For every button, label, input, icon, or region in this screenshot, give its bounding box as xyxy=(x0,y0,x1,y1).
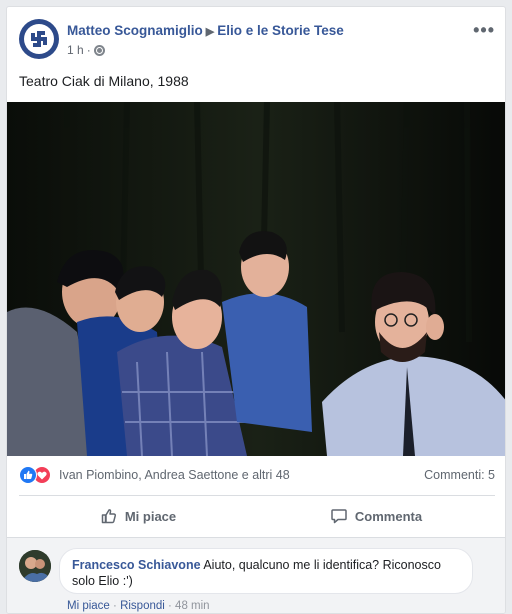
comment-timestamp[interactable]: 48 min xyxy=(175,600,210,612)
comment-bubble: Francesco Schiavone Aiuto, qualcuno me l… xyxy=(59,548,473,594)
post-timestamp[interactable]: 1 h xyxy=(67,43,84,57)
shared-to-arrow-icon: ▶ xyxy=(205,26,215,38)
more-options-button[interactable]: ••• xyxy=(473,21,495,39)
thumbs-up-icon xyxy=(101,509,116,524)
like-reaction-icon xyxy=(19,466,37,484)
comment-reply-link[interactable]: Rispondi xyxy=(120,600,165,612)
commenter-name-link[interactable]: Francesco Schiavone xyxy=(72,558,201,572)
comment-count[interactable]: Commenti: 5 xyxy=(424,468,495,482)
post-text: Teatro Ciak di Milano, 1988 xyxy=(19,73,189,89)
comment-bubble-icon xyxy=(331,509,347,524)
band-photo-illustration xyxy=(7,102,505,456)
post-photo[interactable] xyxy=(7,102,505,456)
separator-dot: · xyxy=(113,600,121,612)
globe-privacy-icon[interactable] xyxy=(93,44,105,56)
divider xyxy=(19,495,495,496)
pinwheel-logo-icon xyxy=(24,24,54,54)
comment-actions: Mi piace · Rispondi · 48 min xyxy=(67,600,210,612)
reactions-bar: Ivan Piombino, Andrea Saettone e altri 4… xyxy=(19,465,495,487)
comment-button-label: Commenta xyxy=(354,508,423,524)
page-avatar[interactable] xyxy=(19,19,59,59)
post-header: Matteo Scognamiglio ▶ Elio e le Storie Tes… xyxy=(19,19,495,61)
reaction-names[interactable]: Ivan Piombino, Andrea Saettone e altri 4… xyxy=(59,468,290,482)
commenter-avatar[interactable] xyxy=(19,550,51,582)
author-line: Matteo Scognamiglio ▶ Elio e le Storie Tes… xyxy=(67,23,344,38)
post-meta: 1 h · xyxy=(67,43,105,57)
author-name-link[interactable]: Matteo Scognamiglio xyxy=(67,23,203,38)
separator-dot: · xyxy=(86,43,91,57)
like-button-label: Mi piace xyxy=(124,508,177,524)
comment-like-link[interactable]: Mi piace xyxy=(67,600,110,612)
group-name-link[interactable]: Elio e le Storie Tese xyxy=(217,23,344,38)
comments-section: Francesco Schiavone Aiuto, qualcuno me l… xyxy=(7,537,505,613)
post-card: Matteo Scognamiglio ▶ Elio e le Storie Tes… xyxy=(6,6,506,614)
like-button[interactable]: Mi piace xyxy=(19,499,257,533)
separator-dot: · xyxy=(168,600,176,612)
action-bar: Mi piace Commenta xyxy=(19,499,495,533)
reaction-icons[interactable] xyxy=(19,466,55,484)
comment-button[interactable]: Commenta xyxy=(257,499,495,533)
